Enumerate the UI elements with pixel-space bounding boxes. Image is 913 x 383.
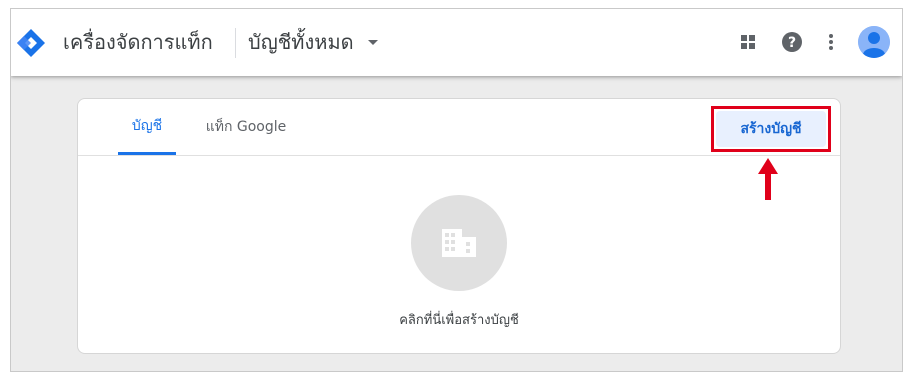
building-icon [442,229,476,257]
tab-accounts[interactable]: บัญชี [118,99,176,155]
apps-grid-icon[interactable] [736,30,760,54]
account-selector-label: บัญชีทั้งหมด [248,30,354,54]
more-vert-icon[interactable] [819,30,843,54]
annotation-highlight-box [711,106,831,152]
annotation-arrow-icon [758,158,778,200]
empty-state-button[interactable] [411,195,507,291]
svg-text:?: ? [788,35,796,51]
header-divider [235,28,236,58]
tab-bar: บัญชี แท็ก Google สร้างบัญชี [78,99,840,156]
top-app-bar: เครื่องจัดการแท็ก บัญชีทั้งหมด ? [11,9,902,76]
chevron-down-icon [367,39,378,45]
tag-manager-logo-icon [17,29,45,57]
accounts-card: บัญชี แท็ก Google สร้างบัญชี คลิกที่นี่เ [77,98,841,354]
app-title: เครื่องจัดการแท็ก [63,30,213,54]
empty-state-text[interactable]: คลิกที่นี่เพื่อสร้างบัญชี [78,309,840,330]
tab-google-tags[interactable]: แท็ก Google [200,99,292,155]
app-window: เครื่องจัดการแท็ก บัญชีทั้งหมด ? บัญชี แ… [10,8,903,372]
help-icon[interactable]: ? [780,30,804,54]
account-avatar-icon[interactable] [858,26,890,58]
account-selector[interactable]: บัญชีทั้งหมด [248,29,378,55]
